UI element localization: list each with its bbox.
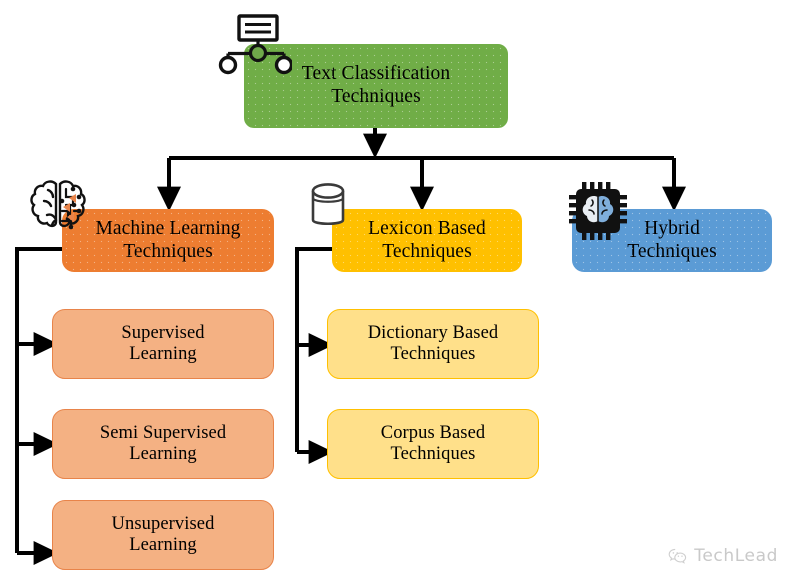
node-label-line1: Dictionary Based: [367, 322, 499, 343]
node-label-line2: Learning: [129, 444, 197, 464]
node-label-line1: Semi Supervised: [99, 422, 227, 443]
node-label-line2: Techniques: [390, 344, 476, 364]
node-label-line1: Corpus Based: [380, 422, 486, 443]
node-label-line1: Unsupervised: [111, 513, 215, 534]
node-machine-learning-techniques[interactable]: Machine Learning Techniques: [62, 209, 274, 272]
wechat-icon: [668, 548, 687, 565]
node-label-line1: Hybrid: [644, 217, 700, 239]
node-label-line2: Learning: [129, 344, 197, 364]
node-label-line2: Learning: [129, 535, 197, 555]
node-label-line1: Text Classification: [301, 63, 451, 85]
node-label-line2: Techniques: [627, 240, 717, 262]
diagram-canvas: Text Classification Techniques Machine L…: [0, 0, 796, 580]
node-supervised-learning[interactable]: Supervised Learning: [52, 309, 274, 379]
brain-icon: [26, 177, 90, 239]
node-label-line2: Techniques: [331, 86, 421, 107]
node-label: Supervised Learning: [59, 323, 267, 366]
node-label-line1: Lexicon Based: [368, 217, 486, 239]
node-corpus-based-techniques[interactable]: Corpus Based Techniques: [327, 409, 539, 479]
node-label: Semi Supervised Learning: [59, 423, 267, 466]
node-semi-supervised-learning[interactable]: Semi Supervised Learning: [52, 409, 274, 479]
hierarchy-icon: [214, 14, 294, 76]
node-label: Unsupervised Learning: [59, 514, 267, 557]
node-dictionary-based-techniques[interactable]: Dictionary Based Techniques: [327, 309, 539, 379]
node-lexicon-based-techniques[interactable]: Lexicon Based Techniques: [332, 209, 522, 272]
watermark-label: TechLead: [694, 546, 778, 566]
node-unsupervised-learning[interactable]: Unsupervised Learning: [52, 500, 274, 570]
database-icon: [306, 182, 350, 234]
node-label-line1: Supervised: [121, 322, 205, 343]
node-label: Corpus Based Techniques: [334, 423, 532, 466]
node-label-line1: Machine Learning: [95, 217, 241, 239]
node-label: Lexicon Based Techniques: [339, 218, 515, 263]
node-label: Machine Learning Techniques: [69, 218, 267, 263]
ai-chip-icon: [568, 181, 628, 241]
node-label: Dictionary Based Techniques: [334, 323, 532, 366]
watermark: TechLead: [668, 546, 778, 566]
node-label-line2: Techniques: [123, 240, 213, 262]
node-label-line2: Techniques: [382, 240, 472, 262]
node-label-line2: Techniques: [390, 444, 476, 464]
